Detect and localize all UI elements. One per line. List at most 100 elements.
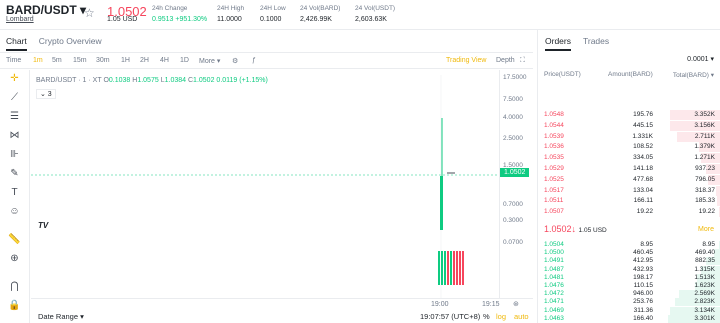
time-tick: 19:15 bbox=[482, 301, 500, 308]
order-price: 1.0517 bbox=[544, 186, 564, 194]
bid-row[interactable]: 1.0504 8.95 8.95 bbox=[538, 241, 720, 249]
candlestick-chart[interactable]: BARD/USDT · 1 · XT O0.1038 H1.0575 L1.03… bbox=[31, 70, 533, 298]
ask-row[interactable]: 1.0544 445.15 3.156K bbox=[538, 120, 720, 131]
ask-row[interactable]: 1.0517 133.04 318.37 bbox=[538, 185, 720, 196]
order-amount: 412.95 bbox=[633, 257, 653, 265]
horizontal-lines-icon[interactable]: ☰ bbox=[7, 110, 22, 123]
ask-row[interactable]: 1.0525 477.68 796.05 bbox=[538, 174, 720, 185]
order-amount: 110.15 bbox=[633, 282, 653, 289]
date-range-button[interactable]: Date Range ▾ bbox=[38, 312, 84, 321]
interval-1d[interactable]: 1D bbox=[180, 57, 189, 64]
bid-row[interactable]: 1.0481 198.17 1.513K bbox=[538, 273, 720, 282]
reset-chart-icon[interactable]: ⊛ bbox=[513, 300, 519, 308]
interval-4h[interactable]: 4H bbox=[160, 57, 169, 64]
bid-row[interactable]: 1.0463 166.40 3.301K bbox=[538, 314, 720, 323]
price-tick: 2.5000 bbox=[503, 135, 523, 142]
favorite-star-icon[interactable]: ☆ bbox=[84, 6, 95, 20]
order-amount: 477.68 bbox=[633, 175, 653, 183]
trendline-icon[interactable]: ⟋ bbox=[7, 91, 22, 104]
volume-bar bbox=[459, 251, 461, 285]
ruler-icon[interactable]: 📏 bbox=[7, 233, 22, 246]
interval-5m[interactable]: 5m bbox=[52, 57, 62, 64]
interval-1m[interactable]: 1m bbox=[33, 57, 43, 64]
brush-icon[interactable]: ✎ bbox=[7, 167, 22, 180]
precision-select[interactable]: 0.0001 ▾ bbox=[687, 55, 714, 63]
ask-row[interactable]: 1.0529 141.18 937.23 bbox=[538, 164, 720, 174]
col-total[interactable]: Total(BARD) ▾ bbox=[673, 71, 714, 79]
bid-row[interactable]: 1.0471 253.76 2.823K bbox=[538, 298, 720, 307]
price-tick: 0.0700 bbox=[503, 239, 523, 246]
indicators-icon[interactable]: ƒ bbox=[252, 57, 256, 64]
zoom-icon[interactable]: ⊕ bbox=[7, 252, 22, 265]
order-total: 3.156K bbox=[694, 121, 715, 129]
interval-30m[interactable]: 30m bbox=[96, 57, 110, 64]
interval-2h[interactable]: 2H bbox=[140, 57, 149, 64]
order-price: 1.0511 bbox=[544, 197, 564, 205]
pair-selector[interactable]: BARD/USDT ▾ bbox=[6, 3, 86, 17]
chart-footer: Date Range ▾ 19:07:57 (UTC+8) % log auto bbox=[31, 310, 533, 323]
order-price: 1.0500 bbox=[544, 249, 564, 257]
order-total: 796.05 bbox=[695, 175, 715, 183]
price-axis[interactable]: 17.5000 7.5000 4.0000 2.5000 1.5000 0.7000 0.3… bbox=[499, 70, 533, 298]
bid-row[interactable]: 1.0491 412.95 882.35 bbox=[538, 257, 720, 266]
pattern-icon[interactable]: ⋈ bbox=[7, 129, 22, 142]
interval-15m[interactable]: 15m bbox=[73, 57, 87, 64]
ask-row[interactable]: 1.0511 166.11 185.33 bbox=[538, 196, 720, 207]
auto-toggle[interactable]: auto bbox=[514, 312, 529, 321]
order-total: 185.33 bbox=[695, 197, 715, 205]
order-price: 1.0491 bbox=[544, 257, 564, 265]
lock-icon[interactable]: 🔒 bbox=[7, 299, 22, 312]
bid-row[interactable]: 1.0500 460.45 469.40 bbox=[538, 249, 720, 258]
order-total: 3.134K bbox=[694, 306, 715, 314]
ask-row[interactable]: 1.0507 19.22 19.22 bbox=[538, 207, 720, 218]
pair-name[interactable]: BARD/USDT bbox=[6, 3, 77, 17]
volume-bar bbox=[453, 251, 455, 285]
ask-row[interactable]: 1.0539 1.331K 2.711K bbox=[538, 131, 720, 142]
bid-row[interactable]: 1.0472 946.00 2.569K bbox=[538, 290, 720, 299]
magnet-icon[interactable]: ⋂ bbox=[7, 280, 22, 293]
settings-icon[interactable]: ⚙ bbox=[232, 57, 238, 65]
high-value: 1.0575 bbox=[137, 77, 159, 84]
tab-orders[interactable]: Orders bbox=[545, 36, 571, 51]
ohlc-legend: BARD/USDT · 1 · XT O0.1038 H1.0575 L1.03… bbox=[36, 77, 268, 84]
project-link[interactable]: Lombard bbox=[6, 16, 34, 23]
chart-toolbar: Time 1m 5m 15m 30m 1H 2H 4H 1D More ▾ ⚙ … bbox=[0, 52, 533, 69]
crosshair-icon[interactable]: ✛ bbox=[7, 72, 22, 85]
text-icon[interactable]: T bbox=[7, 186, 22, 199]
fullscreen-icon[interactable]: ⛶ bbox=[520, 57, 525, 65]
drawing-toolbar: ✛ ⟋ ☰ ⋈ ⊪ ✎ T ☺ 📏 ⊕ ⋂ 🔒 bbox=[0, 70, 30, 323]
volume-toggle[interactable]: ⌄ 3 bbox=[36, 89, 56, 99]
depth-toggle[interactable]: Depth bbox=[496, 57, 515, 64]
order-total: 1.623K bbox=[694, 282, 715, 289]
bid-row[interactable]: 1.0487 432.93 1.315K bbox=[538, 265, 720, 274]
percent-toggle[interactable]: % bbox=[483, 312, 490, 321]
interval-1h[interactable]: 1H bbox=[121, 57, 130, 64]
order-total: 2.569K bbox=[694, 290, 715, 298]
log-toggle[interactable]: log bbox=[496, 312, 506, 321]
price-tick: 4.0000 bbox=[503, 114, 523, 121]
more-link[interactable]: More bbox=[698, 226, 714, 233]
order-total: 8.95 bbox=[702, 241, 715, 248]
stat-label: 24H Low bbox=[260, 5, 286, 12]
tab-trades[interactable]: Trades bbox=[583, 36, 609, 51]
ask-row[interactable]: 1.0536 108.52 1.379K bbox=[538, 142, 720, 153]
stat-label: 24 Vol(USDT) bbox=[355, 5, 396, 12]
order-price: 1.0529 bbox=[544, 165, 564, 172]
ask-row[interactable]: 1.0548 195.76 3.352K bbox=[538, 110, 720, 120]
order-amount: 141.18 bbox=[633, 165, 653, 172]
order-price: 1.0471 bbox=[544, 298, 564, 306]
bid-row[interactable]: 1.0469 311.36 3.134K bbox=[538, 306, 720, 315]
volume-bar bbox=[438, 251, 440, 285]
emoji-icon[interactable]: ☺ bbox=[7, 205, 22, 218]
order-amount: 8.95 bbox=[640, 241, 653, 248]
ask-row[interactable]: 1.0535 334.05 1.271K bbox=[538, 153, 720, 164]
trading-view-toggle[interactable]: Trading View bbox=[446, 57, 486, 64]
volume-bar bbox=[462, 251, 464, 285]
interval-more[interactable]: More ▾ bbox=[199, 57, 220, 65]
tab-crypto-overview[interactable]: Crypto Overview bbox=[39, 36, 102, 51]
bid-row[interactable]: 1.0476 110.15 1.623K bbox=[538, 282, 720, 290]
time-axis[interactable]: 19:00 19:15 ⊛ bbox=[31, 298, 533, 310]
volume-bar bbox=[444, 251, 446, 285]
tab-chart[interactable]: Chart bbox=[6, 36, 27, 51]
fibonacci-icon[interactable]: ⊪ bbox=[7, 148, 22, 161]
